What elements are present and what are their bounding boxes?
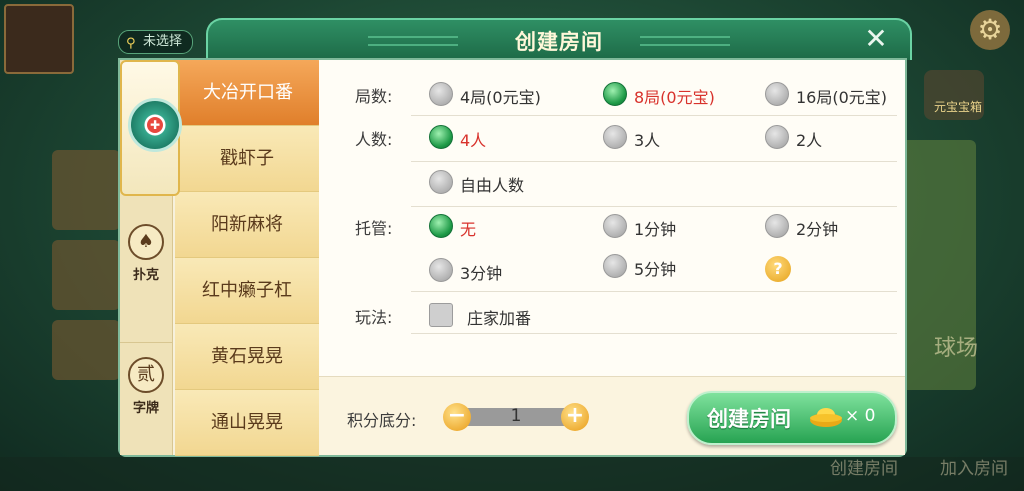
close-button[interactable]: ✕ — [860, 24, 892, 56]
lobby-card — [52, 240, 120, 310]
score-value: 1 — [510, 406, 522, 426]
game-item-tongshanhuanghuang[interactable]: 通山晃晃 — [175, 390, 319, 456]
category-column: ✚ ♠ 扑克 贰 字牌 — [120, 60, 182, 455]
divider — [411, 291, 897, 292]
divider — [411, 333, 897, 334]
gear-icon[interactable]: ⚙ — [970, 10, 1010, 50]
bottom-bar: 积分底分: 1 − + 创建房间 × 0 — [319, 376, 905, 455]
play-label: 玩法: — [355, 308, 393, 327]
chest-label: 元宝宝箱 — [933, 100, 982, 114]
title-ornament-right — [640, 36, 730, 46]
create-room-button[interactable]: 创建房间 × 0 — [687, 391, 897, 445]
dialog-titlebar: 创建房间 ✕ — [206, 18, 912, 60]
category-poker-label: 扑克 — [132, 268, 159, 283]
game-item-huangshihuanghuang[interactable]: 黄石晃晃 — [175, 324, 319, 390]
options-panel: 局数: 4局(0元宝) 8局(0元宝) 16局(0元宝) 人数: 4人 3人 2… — [319, 60, 905, 377]
category-mahjong[interactable]: ✚ — [120, 60, 182, 196]
game-item-yangxinmajiang[interactable]: 阳新麻将 — [175, 192, 319, 258]
rounds-row: 局数: 4局(0元宝) 8局(0元宝) 16局(0元宝) — [319, 74, 905, 114]
create-room-label: 创建房间 — [707, 407, 791, 431]
score-plus-button[interactable]: + — [561, 403, 589, 431]
spade-icon: ♠ — [128, 224, 164, 260]
bottom-join-room: 加入房间 — [940, 459, 1008, 479]
score-stepper: 1 − + — [443, 403, 589, 431]
user-avatar — [4, 4, 74, 74]
dialog-title: 创建房间 — [515, 30, 603, 54]
players-label: 人数: — [355, 130, 393, 149]
players-row-2: 自由人数 — [319, 162, 905, 202]
side-panel-label: 球场 — [933, 336, 978, 361]
zipai-icon: 贰 — [128, 357, 164, 393]
auto-row-2: 3分钟 5分钟 ? — [319, 250, 905, 290]
lobby-card — [52, 150, 120, 230]
create-room-dialog: 创建房间 ✕ ✚ ♠ 扑克 贰 字牌 大冶开口番 戳虾子 阳新麻将 红中癞子杠 … — [113, 18, 912, 463]
game-item-dayekaikoufan[interactable]: 大冶开口番 — [171, 60, 325, 126]
rounds-label: 局数: — [355, 87, 393, 106]
score-label: 积分底分: — [347, 411, 417, 430]
game-list: 大冶开口番 戳虾子 阳新麻将 红中癞子杠 黄石晃晃 通山晃晃 — [171, 60, 325, 456]
game-item-chuoxiazi[interactable]: 戳虾子 — [175, 126, 319, 192]
score-minus-button[interactable]: − — [443, 403, 471, 431]
play-row: 玩法: 庄家加番 — [319, 295, 905, 335]
divider — [411, 115, 897, 116]
category-poker[interactable]: ♠ 扑克 — [120, 210, 172, 330]
players-row: 人数: 4人 3人 2人 — [319, 117, 905, 157]
category-zipai-label: 字牌 — [132, 401, 159, 416]
mahjong-icon: ✚ — [128, 98, 182, 152]
category-zipai[interactable]: 贰 字牌 — [120, 342, 172, 463]
auto-row: 托管: 无 1分钟 2分钟 — [319, 206, 905, 246]
help-icon[interactable]: ? — [765, 256, 791, 282]
dialog-body: ✚ ♠ 扑克 贰 字牌 大冶开口番 戳虾子 阳新麻将 红中癞子杠 黄石晃晃 通山… — [118, 58, 907, 457]
create-room-cost: × 0 — [845, 406, 876, 426]
gold-ingot-icon — [810, 408, 842, 427]
lobby-card — [52, 320, 120, 380]
game-item-hongzhonglaizigang[interactable]: 红中癞子杠 — [175, 258, 319, 324]
checkbox[interactable] — [429, 303, 453, 327]
auto-label: 托管: — [355, 219, 393, 238]
